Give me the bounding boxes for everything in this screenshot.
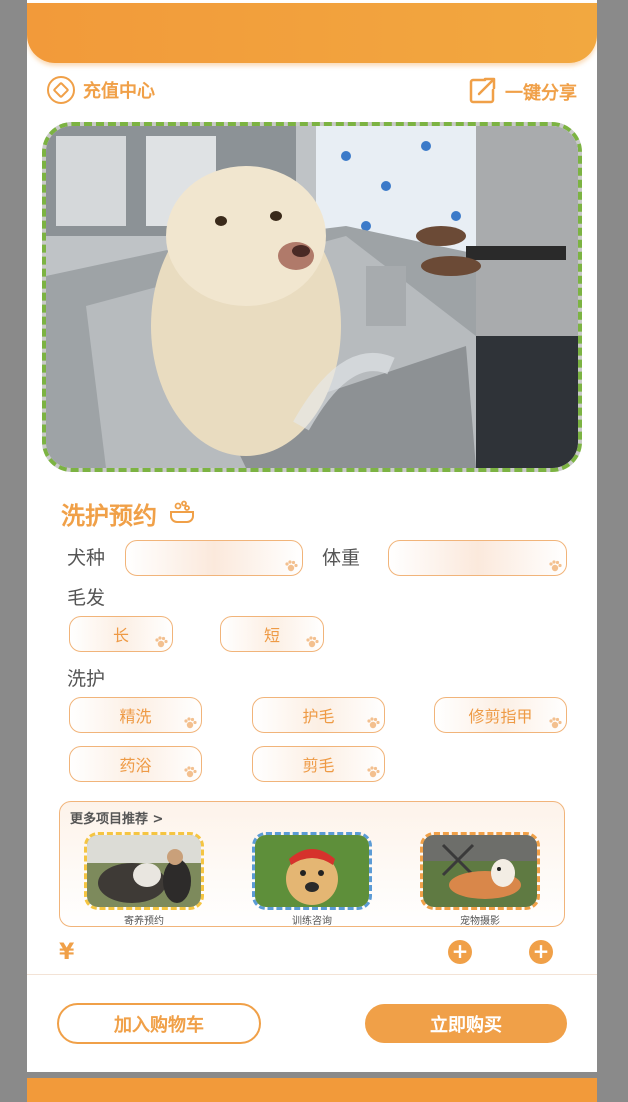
- paw-icon: [184, 766, 197, 778]
- paw-icon: [184, 717, 197, 729]
- add-circle-icon[interactable]: +: [529, 940, 553, 964]
- divider: [27, 974, 597, 975]
- paw-icon: [549, 717, 562, 729]
- care-option-label: 护毛: [302, 707, 335, 726]
- hair-option-label: 短: [263, 626, 280, 645]
- section-title-text: 洗护预约: [61, 502, 157, 530]
- header-bar: [27, 3, 597, 63]
- card-boarding[interactable]: [84, 832, 204, 910]
- care-option-label: 药浴: [119, 756, 152, 775]
- section-title: 洗护预约: [61, 496, 195, 531]
- card-boarding-image: [87, 835, 201, 907]
- share-icon: [469, 76, 497, 108]
- care-option-label: 修剪指甲: [468, 707, 533, 726]
- card-photography[interactable]: [420, 832, 540, 910]
- paw-icon: [285, 560, 298, 572]
- card-training[interactable]: [252, 832, 372, 910]
- care-option-hair-care[interactable]: 护毛: [252, 697, 385, 733]
- card-training-image: [255, 835, 369, 907]
- care-option-label: 剪毛: [302, 756, 335, 775]
- bottom-bar: [27, 1078, 597, 1102]
- share-link[interactable]: 一键分享: [469, 76, 577, 108]
- care-option-label: 精洗: [119, 707, 152, 726]
- bath-icon: [169, 500, 195, 528]
- hero-image: [42, 122, 582, 472]
- hair-option-label: 长: [112, 626, 129, 645]
- hair-label: 毛发: [67, 587, 106, 609]
- more-title-link[interactable]: 更多项目推荐 >: [70, 808, 163, 827]
- hair-option-short[interactable]: 短: [220, 616, 324, 652]
- recharge-link[interactable]: 充值中心: [47, 76, 155, 104]
- weight-label: 体重: [322, 547, 361, 569]
- phone-frame: 充值中心 一键分享 洗护预约 犬种 体重 毛发 长 短 洗护 精洗 护毛 修剪指…: [27, 0, 597, 1072]
- buy-now-button[interactable]: 立即购买: [365, 1004, 567, 1043]
- paw-icon: [367, 766, 380, 778]
- card-boarding-caption: 寄养预约: [124, 916, 164, 927]
- breed-input[interactable]: [125, 540, 303, 576]
- add-to-cart-button[interactable]: 加入购物车: [57, 1003, 261, 1044]
- care-option-fine-wash[interactable]: 精洗: [69, 697, 202, 733]
- breed-label: 犬种: [67, 547, 106, 569]
- recharge-icon: [47, 76, 75, 104]
- card-photography-caption: 宠物摄影: [460, 916, 500, 927]
- paw-icon: [367, 717, 380, 729]
- care-option-haircut[interactable]: 剪毛: [252, 746, 385, 782]
- more-recommendations: 更多项目推荐 > 寄养预约 训练咨询 宠物摄影: [59, 801, 565, 927]
- card-training-caption: 训练咨询: [292, 916, 332, 927]
- care-label: 洗护: [67, 668, 106, 690]
- paw-icon: [549, 560, 562, 572]
- paw-icon: [306, 636, 319, 648]
- price-symbol: ¥: [59, 940, 75, 965]
- share-label: 一键分享: [505, 83, 577, 104]
- weight-input[interactable]: [388, 540, 567, 576]
- recharge-label: 充值中心: [83, 81, 155, 102]
- add-circle-icon[interactable]: +: [448, 940, 472, 964]
- card-photography-image: [423, 835, 537, 907]
- care-option-nail-trim[interactable]: 修剪指甲: [434, 697, 567, 733]
- hair-option-long[interactable]: 长: [69, 616, 173, 652]
- paw-icon: [155, 636, 168, 648]
- care-option-medicated-bath[interactable]: 药浴: [69, 746, 202, 782]
